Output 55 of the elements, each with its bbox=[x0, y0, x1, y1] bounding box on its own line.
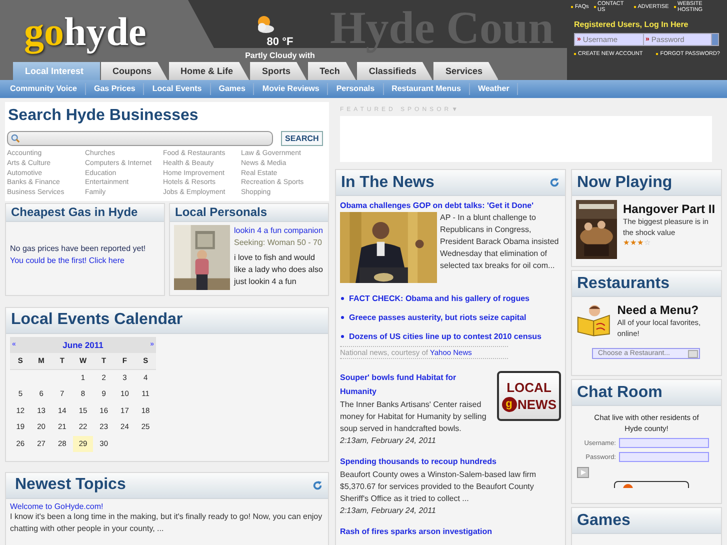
gas-message: No gas prices have been reported yet! You could be the first! Click here bbox=[10, 242, 147, 267]
panel-title: Cheapest Gas in Hyde bbox=[11, 205, 138, 220]
panel-title: Local Personals bbox=[175, 205, 268, 220]
temperature: 80 °F bbox=[266, 36, 294, 48]
story-summary: AP - In a blunt challenge to Republicans in Congress, President Barack Obama insisted Wednesday that elimination of selected tax breaks for oil com... bbox=[440, 212, 560, 272]
username-field[interactable] bbox=[619, 438, 709, 448]
bullet-icon bbox=[341, 316, 344, 319]
nav-tab[interactable]: Home & Life bbox=[168, 62, 250, 80]
nav-tab[interactable]: Sports bbox=[250, 62, 307, 80]
panel-title: Chat Room bbox=[577, 384, 662, 402]
search-icon bbox=[11, 134, 20, 143]
nav-tab[interactable]: Classifieds bbox=[356, 62, 432, 80]
nav-tab[interactable]: Coupons bbox=[100, 62, 168, 80]
personal-ad-link[interactable]: lookin 4 a fun companion bbox=[234, 224, 324, 237]
refresh-icon[interactable] bbox=[549, 177, 560, 188]
panel-title: Newest Topics bbox=[15, 476, 126, 494]
chat-launch-button[interactable] bbox=[614, 481, 689, 488]
story-time: 2:13am, February 24, 2011 bbox=[340, 435, 437, 447]
login-title: Registered Users, Log In Here bbox=[574, 20, 690, 29]
menu-heading: Need a Menu? bbox=[617, 303, 700, 317]
story-link[interactable]: Souper' bowls fund Habitat for Humanity bbox=[340, 371, 491, 399]
submit-button[interactable] bbox=[577, 467, 589, 478]
section-title: Search Hyde Businesses bbox=[8, 107, 200, 125]
story-time: 2:13am, February 24, 2011 bbox=[340, 505, 437, 517]
panel-title: Games bbox=[577, 512, 630, 530]
story-link[interactable]: Rash of fires sparks arson investigation bbox=[340, 525, 561, 539]
bullet-icon bbox=[341, 335, 344, 338]
month-title: June 2011 bbox=[62, 340, 104, 350]
password-field[interactable] bbox=[619, 452, 709, 462]
bullet-icon bbox=[341, 297, 344, 300]
topic-link[interactable]: Welcome to GoHyde.com! bbox=[10, 502, 324, 511]
search-field[interactable] bbox=[7, 131, 273, 146]
topic-excerpt: I know it's been a long time in the making, but it's finally ready to go! Now, you can enjoy chatting with other people in your county, ... bbox=[10, 511, 324, 535]
story-link[interactable]: Spending thousands to recoup hundreds bbox=[340, 455, 561, 469]
search-button[interactable]: SEARCH bbox=[281, 131, 323, 146]
headline-link[interactable]: FACT CHECK: Obama and his gallery of rogues bbox=[349, 294, 530, 303]
local-news-logo: LOCAL g NEWS bbox=[497, 371, 561, 421]
headline-link[interactable]: Obama challenges GOP on debt talks: 'Get it Done' bbox=[340, 201, 561, 210]
story-text: The Inner Banks Artisans' Center raised money for Habitat for Humanity by selling soup served in handcrafted bowls. bbox=[340, 399, 488, 435]
first-report-link[interactable]: You could be the first! Click here bbox=[10, 256, 124, 265]
headline-link[interactable]: Dozens of US cities line up to contest 2010 census bbox=[349, 332, 542, 341]
movie-title[interactable]: Hangover Part II bbox=[623, 202, 717, 216]
headline-link[interactable]: Greece passes austerity, but riots seize capital bbox=[349, 313, 526, 322]
menu-book-icon bbox=[576, 303, 612, 337]
panel-title: Now Playing bbox=[577, 174, 672, 192]
panel-title: In The News bbox=[341, 174, 434, 192]
personal-ad-text: i love to fish and would like a lady who does also just lookin 4 a fun bbox=[234, 252, 324, 288]
refresh-icon[interactable] bbox=[312, 480, 323, 491]
panel-title: Local Events Calendar bbox=[11, 311, 183, 330]
weather-condition: Partly Cloudy with bbox=[245, 51, 315, 60]
story-text: Beaufort County owes a Winston-Salem-based law firm $5,370.67 for services provided to the Beaufort County Sheriff's Office as it tried to collect ... bbox=[340, 469, 538, 505]
seeking-text: Seeking: Woman 50 - 70 bbox=[234, 236, 323, 249]
panel-title: Restaurants bbox=[577, 274, 670, 292]
nav-tab[interactable]: Services bbox=[433, 62, 498, 80]
play-icon bbox=[580, 470, 586, 475]
